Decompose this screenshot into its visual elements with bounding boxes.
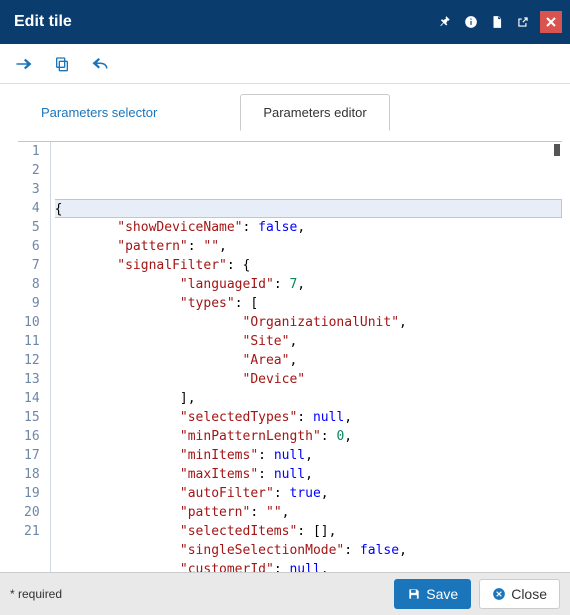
pin-icon[interactable] (434, 11, 456, 33)
close-button[interactable] (540, 11, 562, 33)
code-editor[interactable]: 123456789101112131415161718192021 { "sho… (18, 141, 562, 572)
title-bar: Edit tile (0, 0, 570, 44)
save-button[interactable]: Save (394, 579, 471, 609)
window-title: Edit tile (14, 13, 430, 31)
content-area: Parameters selector Parameters editor 12… (0, 84, 570, 572)
tab-parameters-editor[interactable]: Parameters editor (240, 94, 389, 131)
footer-bar: * required Save Close (0, 572, 570, 615)
line-gutter: 123456789101112131415161718192021 (18, 142, 51, 572)
export-pdf-icon[interactable] (486, 11, 508, 33)
forward-arrow-icon[interactable] (14, 54, 34, 74)
close-button-label: Close (511, 586, 547, 602)
save-button-label: Save (426, 586, 458, 602)
copy-icon[interactable] (52, 54, 72, 74)
required-note: * required (10, 587, 386, 601)
undo-icon[interactable] (90, 54, 110, 74)
tab-bar: Parameters selector Parameters editor (18, 94, 562, 131)
close-footer-button[interactable]: Close (479, 579, 560, 609)
code-body[interactable]: { "showDeviceName": false, "pattern": ""… (51, 142, 562, 572)
info-icon[interactable] (460, 11, 482, 33)
popout-icon[interactable] (512, 11, 534, 33)
toolbar (0, 44, 570, 84)
tab-parameters-selector[interactable]: Parameters selector (18, 94, 180, 131)
editor-caret (554, 144, 560, 156)
